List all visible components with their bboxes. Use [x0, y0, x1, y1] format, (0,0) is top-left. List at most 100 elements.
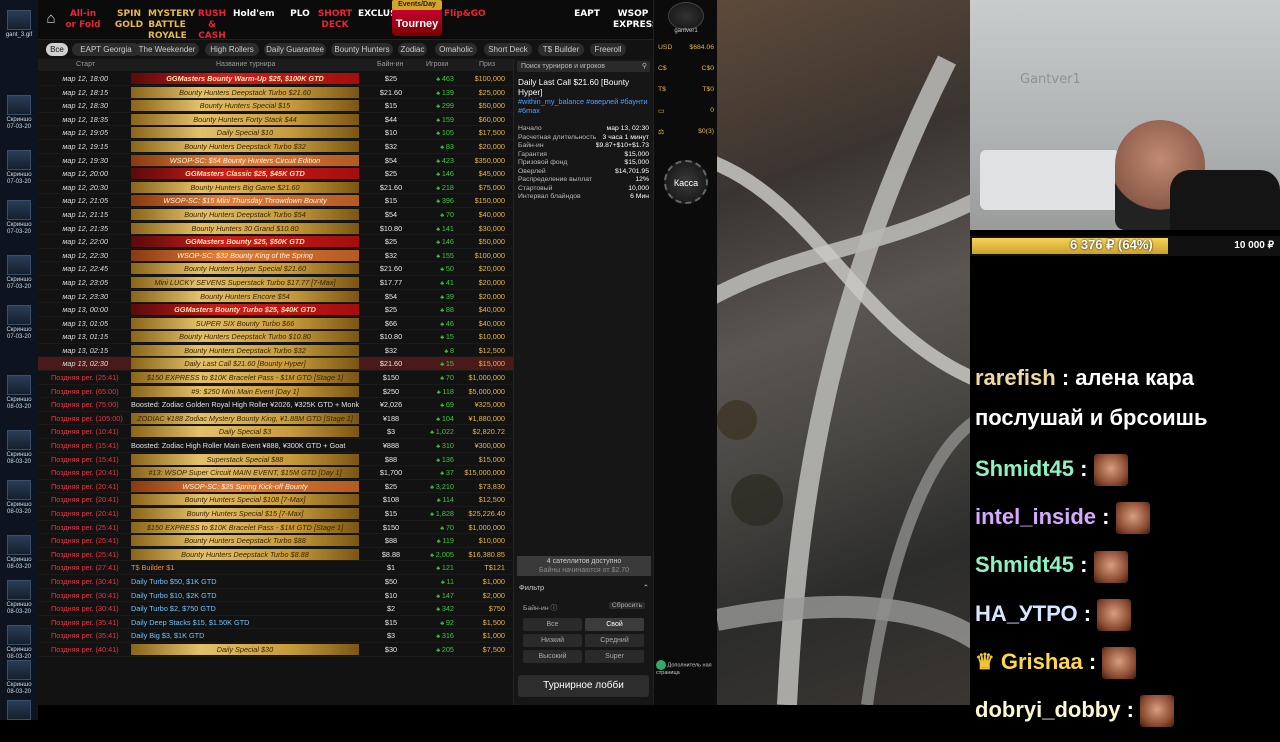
buyin-filter-button[interactable]: Свой	[585, 618, 644, 631]
buyin-filter-button[interactable]: Высокий	[523, 650, 582, 663]
table-row[interactable]: мар 12, 18:15 Bounty Hunters Deepstack Tu…	[38, 86, 513, 100]
tourney-tab[interactable]: Events/Day Tourney	[392, 0, 442, 36]
table-row[interactable]: Поздняя рег. (25:41) Bounty Hunters Deeps…	[38, 548, 513, 562]
table-row[interactable]: Поздняя рег. (65:00) #9: $250 Mini Main E…	[38, 385, 513, 399]
buyin-filter-button[interactable]: Низкий	[523, 634, 582, 647]
buyin-filter-button[interactable]: Super	[585, 650, 644, 663]
game-logo[interactable]: EAPT	[568, 9, 606, 33]
filter-pill[interactable]: Zodiac	[398, 43, 427, 56]
details-tags[interactable]: #within_my_balance #оверлей #баунти #6ma…	[514, 97, 653, 115]
filter-pill[interactable]: The Weekender	[135, 43, 199, 56]
chat-username[interactable]: intel_inside	[975, 504, 1096, 529]
filter-pill[interactable]: Daily Guarantee	[264, 43, 326, 56]
table-row[interactable]: мар 12, 21:15 Bounty Hunters Deepstack Tu…	[38, 208, 513, 222]
filter-pill[interactable]: Omaholic	[435, 43, 477, 56]
table-row[interactable]: мар 12, 19:05Daily Special $10$10105$17,…	[38, 126, 513, 140]
table-row[interactable]: Поздняя рег. (25:41) Bounty Hunters Deeps…	[38, 534, 513, 548]
chat-username[interactable]: Grishaa	[1001, 649, 1083, 674]
game-logo[interactable]: All-in or Fold	[64, 9, 102, 33]
table-row[interactable]: Поздняя рег. (25:41) $150 EXPRESS to $10K…	[38, 521, 513, 535]
filter-pill[interactable]: T$ Builder	[538, 43, 584, 56]
table-row[interactable]: мар 12, 19:30 WSOP-SC: $54 Bounty Hunters…	[38, 154, 513, 168]
table-row[interactable]: мар 12, 20:00 GGMasters Classic $25, $45K…	[38, 167, 513, 181]
table-row[interactable]: Поздняя рег. (20:41) #13: WSOP Super Circ…	[38, 466, 513, 480]
table-row[interactable]: мар 12, 23:30 Bounty Hunters Encore $54 $5…	[38, 290, 513, 304]
avatar[interactable]	[668, 2, 704, 30]
tournament-lobby-button[interactable]: Турнирное лобби	[518, 675, 649, 697]
table-row[interactable]: Поздняя рег. (20:41) Bounty Hunters Speci…	[38, 507, 513, 521]
table-row[interactable]: мар 12, 22:45 Bounty Hunters Hyper Specia…	[38, 262, 513, 276]
game-logo[interactable]: Hold'em	[233, 9, 274, 33]
desktop-icon[interactable]: Скриншо 07-03-20	[3, 305, 35, 341]
table-row[interactable]: Поздняя рег. (10:41)Daily Special $3$31,…	[38, 425, 513, 440]
table-row[interactable]: мар 12, 21:05 WSOP-SC: $15 Mini Thursday …	[38, 194, 513, 208]
game-logo[interactable]: SPIN GOLD	[110, 9, 148, 33]
table-row[interactable]: мар 12, 21:35 Bounty Hunters 30 Grand $10…	[38, 222, 513, 236]
chat-username[interactable]: Shmidt45	[975, 552, 1074, 577]
table-row[interactable]: мар 13, 01:05 SUPER SIX Bounty Turbo $66 $…	[38, 317, 513, 331]
desktop-icon[interactable]: Скриншо 08-03-20	[3, 700, 35, 720]
game-logo[interactable]: PLO	[281, 9, 319, 33]
desktop-icon[interactable]: Скриншо 08-03-20	[3, 660, 35, 696]
table-row[interactable]: мар 13, 02:15 Bounty Hunters Deepstack Tu…	[38, 344, 513, 358]
desktop-icon[interactable]: Скриншо 07-03-20	[3, 255, 35, 291]
desktop-icon[interactable]: Скриншо 08-03-20	[3, 430, 35, 466]
desktop-icon[interactable]: Скриншо 07-03-20	[3, 150, 35, 186]
table-row[interactable]: мар 12, 18:00 GGMasters Bounty Warm-Up $2…	[38, 72, 513, 86]
table-row[interactable]: мар 12, 22:00 GGMasters Bounty $25, $50K …	[38, 235, 513, 249]
more-page-button[interactable]: Дополнитель ная страница	[656, 660, 716, 676]
table-row[interactable]: мар 13, 01:15 Bounty Hunters Deepstack Tu…	[38, 330, 513, 344]
filter-pill[interactable]: High Rollers	[205, 43, 259, 56]
table-row[interactable]: Поздняя рег. (30:41) Daily Turbo $10, $2K…	[38, 589, 513, 603]
chat-username[interactable]: НА_УТРО	[975, 601, 1078, 626]
table-row[interactable]: Поздняя рег. (30:41) Daily Turbo $50, $1K…	[38, 575, 513, 589]
buyin-filter-button[interactable]: Средний	[585, 634, 644, 647]
desktop-icon[interactable]: Скриншо 08-03-20	[3, 535, 35, 571]
table-row[interactable]: Поздняя рег. (15:41) Boosted: Zodiac High…	[38, 439, 513, 453]
table-row[interactable]: Поздняя рег. (25:41) $150 EXPRESS to $10K…	[38, 371, 513, 385]
game-logo[interactable]: MYSTERY BATTLE ROYALE	[148, 9, 195, 41]
table-row[interactable]: мар 12, 22:30 WSOP-SC: $32 Bounty King of…	[38, 249, 513, 263]
filter-pill[interactable]: Все	[46, 43, 68, 56]
game-logo[interactable]: RUSH & CASH	[193, 9, 231, 41]
table-row[interactable]: Поздняя рег. (105:00) ZODIAC ¥188 Zodiac …	[38, 412, 513, 426]
col-buyin[interactable]: Байн-ин	[377, 61, 403, 68]
filter-header[interactable]: Фильтр ⌃	[517, 579, 651, 596]
table-row[interactable]: Поздняя рег. (27:41)T$ Builder $1$1121T$…	[38, 561, 513, 575]
table-row[interactable]: мар 12, 18:35 Bounty Hunters Forty Stack …	[38, 113, 513, 127]
desktop-icon[interactable]: gant_3.gif	[3, 10, 35, 39]
table-row[interactable]: Поздняя рег. (15:41) Superstack Special $…	[38, 453, 513, 467]
table-row[interactable]: Поздняя рег. (40:41) Daily Special $30 $30…	[38, 643, 513, 657]
table-row[interactable]: Поздняя рег. (75:00) Boosted: Zodiac Gold…	[38, 398, 513, 412]
desktop-icon[interactable]: Скриншо 08-03-20	[3, 625, 35, 661]
chat-username[interactable]: rarefish	[975, 365, 1056, 390]
game-logo[interactable]: Flip&GO	[444, 9, 486, 33]
chat-username[interactable]: dobryi_dobby	[975, 697, 1120, 722]
table-row[interactable]: Поздняя рег. (20:41) Bounty Hunters Speci…	[38, 493, 513, 507]
desktop-icon[interactable]: Скриншо 08-03-20	[3, 580, 35, 616]
col-start[interactable]: Старт	[76, 61, 95, 68]
buyin-filter-button[interactable]: Все	[523, 618, 582, 631]
game-logo[interactable]: WSOP EXPRESS	[613, 9, 658, 33]
col-name[interactable]: Название турнира	[216, 61, 275, 68]
table-row[interactable]: Поздняя рег. (20:41) WSOP-SC: $25 Spring …	[38, 480, 513, 494]
desktop-icon[interactable]: Скриншо 07-03-20	[3, 200, 35, 236]
cashier-button[interactable]: Касса	[664, 160, 708, 204]
table-row[interactable]: мар 12, 18:30 Bounty Hunters Special $15 $…	[38, 99, 513, 113]
chat-username[interactable]: Shmidt45	[975, 456, 1074, 481]
filter-pill[interactable]: Bounty Hunters	[331, 43, 393, 56]
desktop-icon[interactable]: Скриншо 07-03-20	[3, 95, 35, 131]
reset-button[interactable]: Сбросить	[608, 602, 645, 609]
table-row[interactable]: Поздняя рег. (35:41) Daily Deep Stacks $1…	[38, 616, 513, 630]
filter-pill[interactable]: Freeroll	[590, 43, 626, 56]
table-row[interactable]: Поздняя рег. (35:41) Daily Big $3, $1K GT…	[38, 629, 513, 643]
table-row[interactable]: мар 12, 19:15 Bounty Hunters Deepstack Tu…	[38, 140, 513, 154]
table-row[interactable]: мар 13, 00:00 GGMasters Bounty Turbo $25,…	[38, 303, 513, 317]
filter-pill[interactable]: EAPT Georgia	[72, 43, 140, 56]
filter-pill[interactable]: Short Deck	[484, 43, 532, 56]
search-input[interactable]: Поиск турниров и игроков ⚲	[517, 61, 650, 72]
table-row[interactable]: Поздняя рег. (30:41) Daily Turbo $2, $750…	[38, 602, 513, 616]
home-icon[interactable]: ⌂	[42, 10, 60, 28]
satellites-button[interactable]: 4 сателлитов доступно Байны начинаются от…	[517, 556, 651, 576]
table-row[interactable]: мар 12, 23:05 Mini LUCKY SEVENS Superstac…	[38, 276, 513, 290]
